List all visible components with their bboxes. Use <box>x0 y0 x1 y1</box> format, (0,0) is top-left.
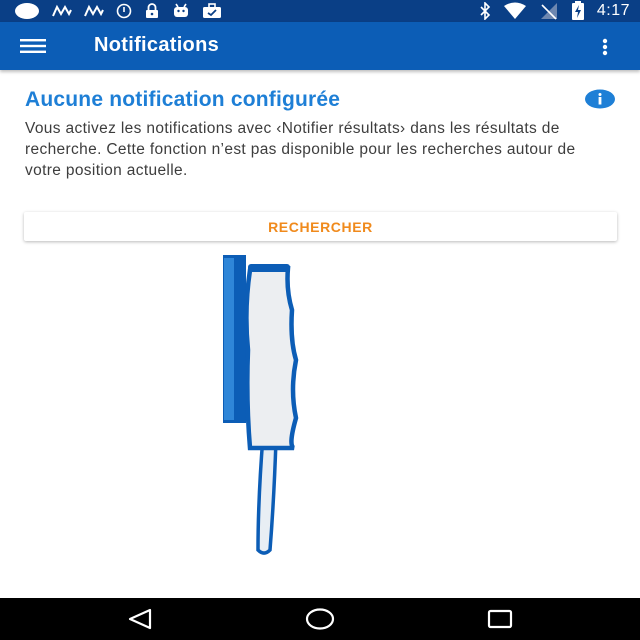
lock-icon <box>144 3 160 19</box>
status-bar: 4:17 <box>0 0 640 22</box>
signal-wave-icon <box>52 4 72 18</box>
info-icon[interactable] <box>585 89 615 109</box>
clock-circle-icon <box>116 3 132 19</box>
battery-charging-icon <box>571 1 585 21</box>
notification-dot-icon <box>14 2 40 20</box>
search-button[interactable]: RECHERCHER <box>24 212 617 241</box>
no-signal-icon <box>539 2 559 20</box>
recents-square-icon[interactable] <box>480 606 520 632</box>
bluetooth-icon <box>479 2 491 20</box>
system-nav-bar <box>0 598 640 640</box>
app-bar: Notifications <box>0 22 640 70</box>
signal-wave-icon <box>84 4 104 18</box>
hamburger-menu-icon[interactable] <box>20 33 60 59</box>
status-left-icons <box>14 2 222 20</box>
android-icon <box>172 3 190 19</box>
back-triangle-icon[interactable] <box>120 606 160 632</box>
page-title: Notifications <box>94 34 220 56</box>
status-clock: 4:17 <box>596 2 630 19</box>
empty-state-description: Vous activez les notifications avec ‹Not… <box>25 120 576 179</box>
empty-state-title: Aucune notification configurée <box>25 88 341 111</box>
briefcase-icon <box>202 3 222 19</box>
status-right-icons: 4:17 <box>479 0 630 22</box>
more-vert-icon[interactable] <box>590 34 620 60</box>
home-circle-icon[interactable] <box>300 606 340 632</box>
wifi-icon <box>503 2 527 20</box>
search-button-label: RECHERCHER <box>268 218 373 235</box>
notification-list-illustration <box>218 250 304 560</box>
